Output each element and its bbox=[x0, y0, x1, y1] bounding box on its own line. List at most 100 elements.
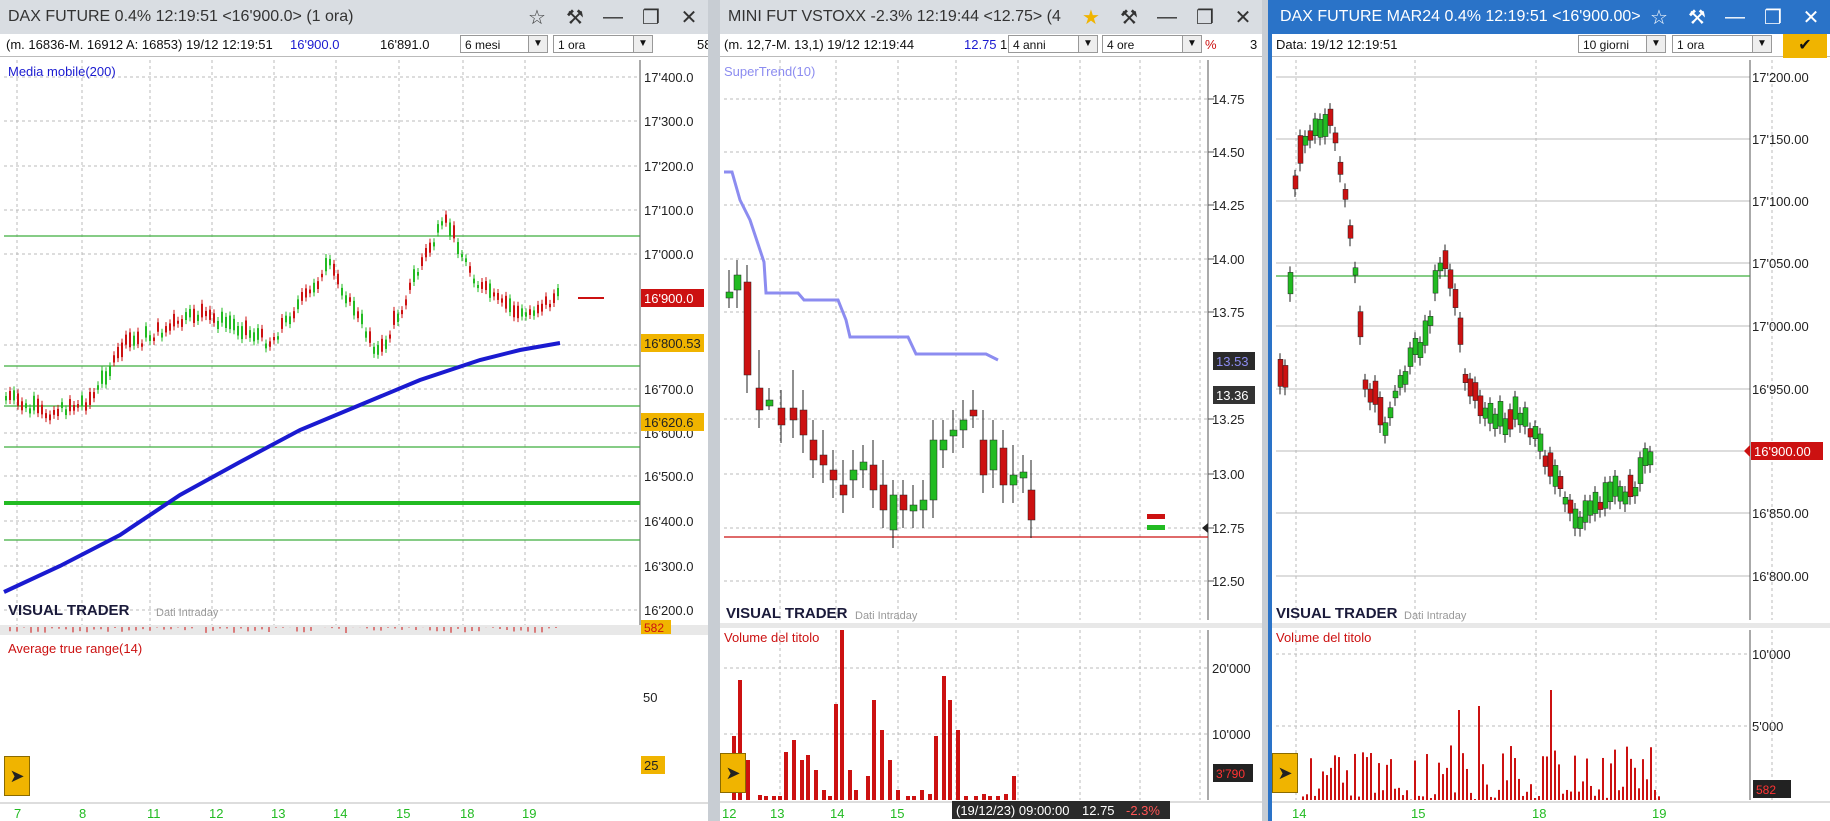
volume-bar bbox=[1562, 793, 1564, 800]
price-chart[interactable]: 17'400.0 17'300.0 17'200.0 17'100.0 17'000.0… bbox=[0, 0, 708, 821]
x-tick-label: 19 bbox=[1652, 806, 1666, 821]
volume-bar bbox=[848, 770, 852, 800]
candle bbox=[497, 292, 499, 300]
candle bbox=[101, 370, 103, 384]
sub-indicator-label: Volume del titolo bbox=[1276, 630, 1371, 645]
candle bbox=[1467, 378, 1474, 397]
candle bbox=[209, 309, 211, 320]
volume-bar bbox=[1534, 798, 1536, 800]
volume-bar bbox=[1474, 799, 1476, 800]
candle bbox=[889, 494, 898, 531]
candle bbox=[269, 341, 271, 347]
price-chart[interactable]: 17'200.00 17'150.00 17'100.00 17'050.00 17'0… bbox=[1272, 0, 1830, 821]
volume-bar bbox=[1514, 758, 1516, 800]
candle bbox=[1482, 407, 1489, 419]
candle bbox=[1407, 347, 1414, 367]
volume-bar bbox=[792, 740, 796, 800]
candle bbox=[37, 398, 39, 414]
chart-window-dax-1h[interactable]: DAX FUTURE 0.4% 12:19:51 <16'900.0> (1 o… bbox=[0, 0, 708, 821]
candle bbox=[1522, 407, 1529, 427]
candle bbox=[245, 320, 247, 336]
candle bbox=[309, 289, 311, 294]
volume-bar bbox=[948, 700, 952, 800]
candle bbox=[1507, 409, 1514, 430]
volume-bar bbox=[854, 790, 858, 800]
volume-bar bbox=[928, 794, 932, 800]
volume-bar bbox=[1658, 796, 1660, 800]
candle bbox=[49, 414, 51, 421]
candle bbox=[999, 447, 1008, 486]
candle bbox=[177, 320, 179, 324]
candle bbox=[253, 332, 255, 342]
candle bbox=[765, 399, 774, 407]
volume-bar bbox=[1438, 762, 1440, 800]
volume-bar bbox=[758, 795, 762, 800]
volume-bar bbox=[906, 796, 910, 800]
candle bbox=[1352, 267, 1359, 276]
volume-bar bbox=[1510, 746, 1512, 800]
x-tick-label: 14 bbox=[333, 806, 347, 821]
candle bbox=[1387, 407, 1394, 419]
y-tick-label: 16'850.00 bbox=[1752, 506, 1809, 521]
price-chart[interactable]: 14.75 14.50 14.25 14.00 13.75 13.25 13.00 12.75… bbox=[720, 0, 1262, 821]
candle bbox=[1492, 413, 1499, 429]
candle bbox=[959, 419, 968, 431]
y-tick-label: 17'200.00 bbox=[1752, 70, 1809, 85]
candle bbox=[153, 337, 155, 341]
volume-bar bbox=[1506, 780, 1508, 800]
indicator-label: SuperTrend(10) bbox=[724, 64, 815, 79]
tooltip-price: 12.75 bbox=[1082, 803, 1115, 818]
candle bbox=[1557, 476, 1564, 489]
panel-divider[interactable] bbox=[708, 0, 720, 821]
candle bbox=[1622, 491, 1629, 505]
volume-bar bbox=[1394, 788, 1396, 800]
candle bbox=[521, 308, 523, 317]
pane-separator bbox=[0, 625, 708, 635]
candle bbox=[919, 499, 928, 511]
arrow-right-icon[interactable]: ➤ bbox=[1272, 753, 1298, 793]
chart-window-dax-mar24[interactable]: DAX FUTURE MAR24 0.4% 12:19:51 <16'900.0… bbox=[1268, 0, 1830, 821]
candle bbox=[325, 258, 327, 272]
price-badge-label: 582 bbox=[1756, 783, 1776, 797]
candle bbox=[421, 257, 423, 267]
candle bbox=[939, 439, 948, 451]
candle bbox=[433, 242, 435, 247]
volume-bar bbox=[1574, 755, 1576, 800]
x-tick-label: 15 bbox=[1411, 806, 1425, 821]
y-tick-label: 17'100.0 bbox=[644, 203, 693, 218]
candle bbox=[879, 484, 888, 511]
candle bbox=[205, 310, 207, 317]
candle bbox=[1542, 455, 1549, 467]
candle bbox=[25, 403, 27, 409]
volume-bar bbox=[880, 730, 884, 800]
candle bbox=[541, 303, 543, 312]
volume-bar bbox=[1350, 795, 1352, 800]
candle bbox=[393, 310, 395, 325]
candle bbox=[465, 258, 467, 263]
volume-bar bbox=[1650, 747, 1652, 800]
price-badge-label: 16'900.00 bbox=[1754, 444, 1811, 459]
x-tick-label: 14 bbox=[1292, 806, 1306, 821]
candle bbox=[397, 313, 399, 323]
y-tick-label: 17'300.0 bbox=[644, 114, 693, 129]
candle bbox=[1532, 426, 1539, 439]
x-tick-label: 8 bbox=[79, 806, 86, 821]
volume-bar bbox=[1398, 787, 1400, 800]
candle bbox=[557, 288, 559, 297]
candle bbox=[297, 299, 299, 310]
arrow-right-icon[interactable]: ➤ bbox=[720, 753, 746, 793]
arrow-right-icon[interactable]: ➤ bbox=[4, 756, 30, 796]
candle bbox=[161, 332, 163, 338]
candle bbox=[1592, 491, 1599, 514]
y-tick-label: 17'050.00 bbox=[1752, 256, 1809, 271]
volume-bar bbox=[942, 676, 946, 800]
chart-window-vstoxx[interactable]: MINI FUT VSTOXX -2.3% 12:19:44 <12.75> (… bbox=[720, 0, 1262, 821]
candle bbox=[305, 288, 307, 298]
candle bbox=[1602, 482, 1609, 509]
candle bbox=[1487, 402, 1494, 424]
candle bbox=[1637, 457, 1644, 484]
candle bbox=[221, 311, 223, 323]
candle bbox=[1567, 499, 1574, 514]
volume-bar bbox=[1566, 789, 1568, 800]
y-tick-label: 13.75 bbox=[1212, 305, 1245, 320]
